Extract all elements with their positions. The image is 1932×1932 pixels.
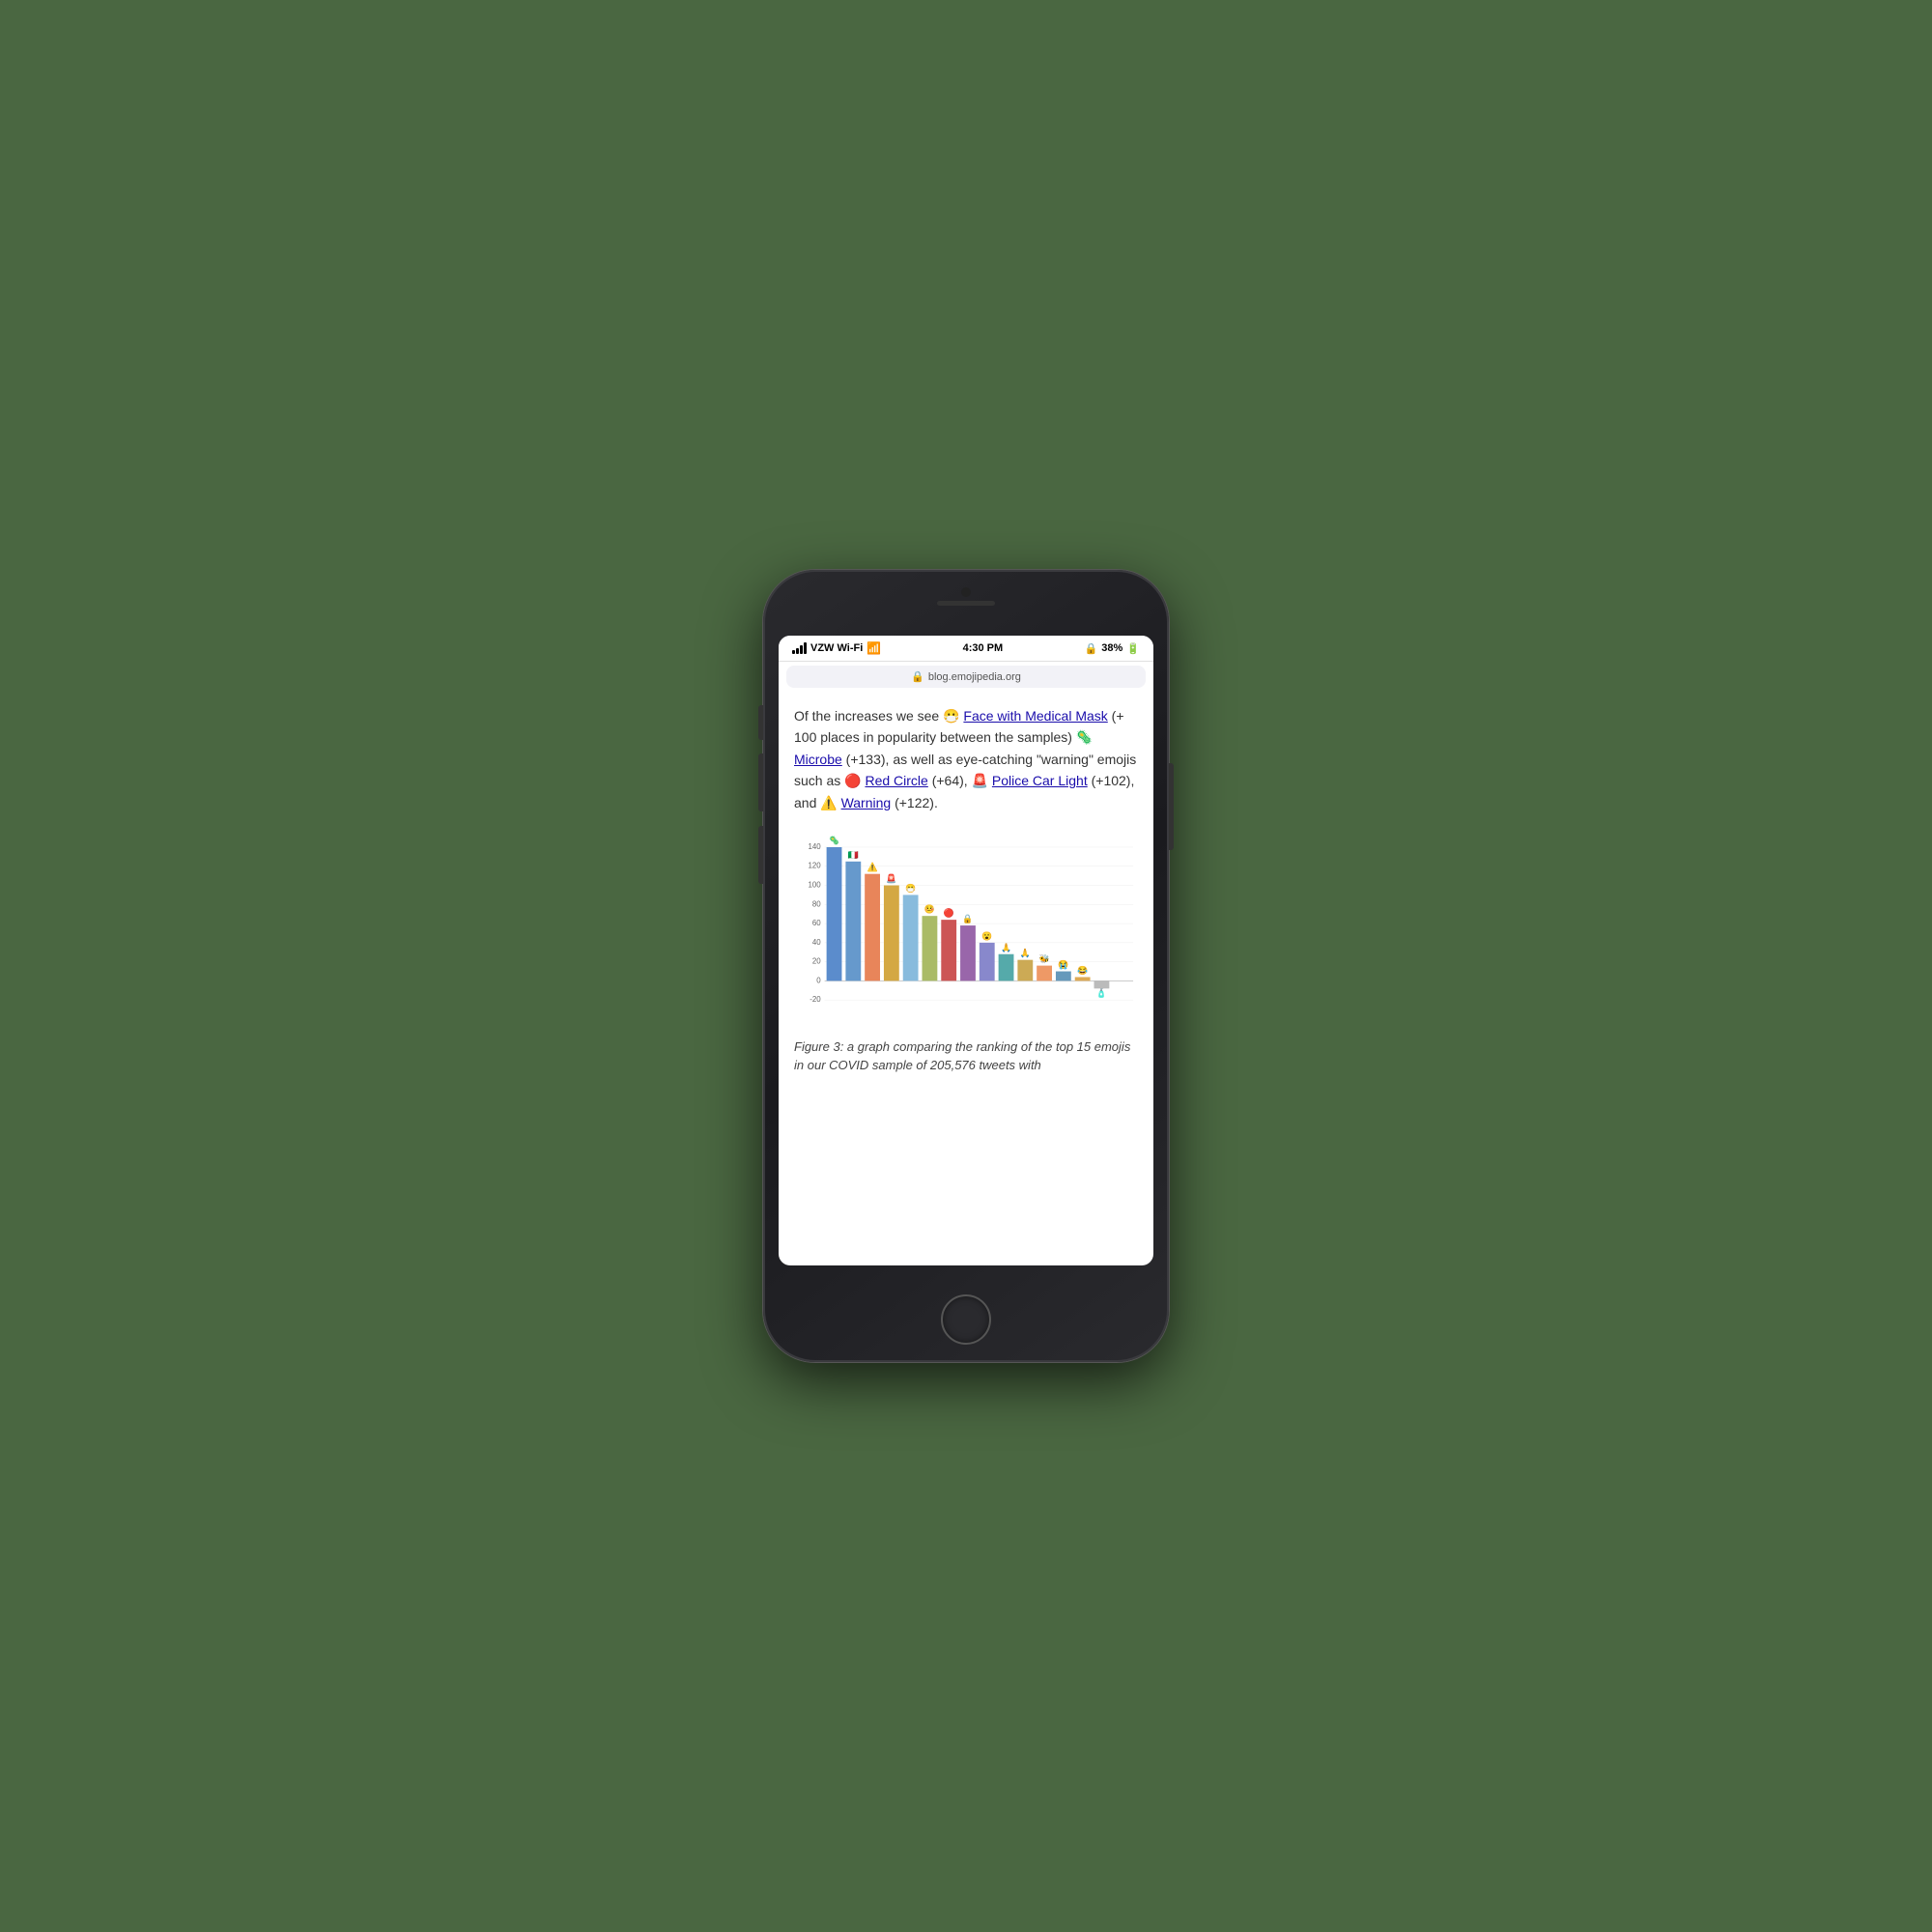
bar-8	[960, 925, 976, 980]
svg-text:60: 60	[812, 919, 821, 927]
speaker	[937, 601, 995, 606]
bar-14	[1075, 977, 1091, 980]
bar-6	[923, 916, 938, 980]
volume-down-button	[758, 826, 763, 884]
chart-svg: 140 120 100 80 60 40 20 0 -20	[794, 835, 1138, 1028]
svg-text:100: 100	[808, 880, 821, 889]
phone-frame: VZW Wi-Fi 📶 4:30 PM 🔒 38% 🔋 🔒 blog.emoji…	[763, 570, 1169, 1362]
svg-text:🦠: 🦠	[829, 835, 839, 845]
bar-9	[980, 943, 995, 981]
svg-text:😭: 😭	[1058, 960, 1068, 970]
svg-text:140: 140	[808, 842, 821, 851]
microbe-link[interactable]: Microbe	[794, 752, 842, 767]
url-bar[interactable]: 🔒 blog.emojipedia.org	[786, 666, 1146, 688]
chart-area: 140 120 100 80 60 40 20 0 -20	[794, 835, 1138, 1028]
svg-text:😷: 😷	[905, 883, 916, 893]
svg-text:20: 20	[812, 957, 821, 966]
volume-up-button	[758, 753, 763, 811]
svg-text:120: 120	[808, 862, 821, 870]
svg-text:0: 0	[816, 976, 821, 984]
bar-7	[941, 920, 956, 980]
svg-text:🇮🇹: 🇮🇹	[848, 850, 859, 860]
lock-icon: 🔒	[1085, 642, 1098, 655]
svg-text:🚨: 🚨	[886, 873, 896, 884]
battery-percent: 38%	[1101, 642, 1122, 654]
svg-text:🔒: 🔒	[962, 914, 973, 923]
status-bar: VZW Wi-Fi 📶 4:30 PM 🔒 38% 🔋	[779, 636, 1153, 662]
url-text: blog.emojipedia.org	[928, 671, 1021, 683]
svg-text:🙏: 🙏	[1001, 943, 1011, 952]
bar-2	[845, 862, 861, 981]
svg-text:🙏: 🙏	[1020, 949, 1031, 958]
svg-text:⚠️: ⚠️	[867, 862, 878, 872]
bar-1	[827, 847, 842, 980]
power-button	[1169, 763, 1174, 850]
bar-10	[999, 954, 1014, 981]
main-paragraph: Of the increases we see 😷 Face with Medi…	[794, 705, 1138, 813]
svg-text:80: 80	[812, 899, 821, 908]
svg-text:😮: 😮	[981, 931, 992, 941]
volume-mute-button	[758, 705, 763, 740]
bar-15	[1094, 980, 1110, 988]
bar-5	[903, 895, 919, 980]
bar-11	[1017, 960, 1033, 981]
page-content: Of the increases we see 😷 Face with Medi…	[779, 692, 1153, 1265]
status-right: 🔒 38% 🔋	[1085, 642, 1140, 655]
phone-top-detail	[937, 587, 995, 606]
warning-link[interactable]: Warning	[841, 795, 892, 810]
lock-url-icon: 🔒	[911, 670, 924, 683]
carrier-label: VZW Wi-Fi	[810, 642, 863, 654]
red-circle-link[interactable]: Red Circle	[865, 773, 927, 788]
svg-text:🔴: 🔴	[944, 907, 954, 918]
bar-12	[1037, 966, 1052, 981]
bar-chart: 140 120 100 80 60 40 20 0 -20	[794, 827, 1138, 1096]
home-button[interactable]	[941, 1294, 991, 1345]
signal-icon	[792, 642, 807, 654]
bar-3	[865, 874, 880, 981]
phone-screen: VZW Wi-Fi 📶 4:30 PM 🔒 38% 🔋 🔒 blog.emoji…	[779, 636, 1153, 1265]
battery-icon: 🔋	[1126, 642, 1140, 655]
bar-13	[1056, 971, 1071, 980]
wifi-icon: 📶	[867, 641, 881, 655]
camera	[961, 587, 971, 597]
svg-text:🧴: 🧴	[1096, 987, 1107, 998]
status-left: VZW Wi-Fi 📶	[792, 641, 881, 655]
svg-text:😂: 😂	[1077, 965, 1088, 975]
svg-text:🤒: 🤒	[924, 904, 935, 914]
svg-text:🐝: 🐝	[1039, 954, 1050, 964]
svg-text:40: 40	[812, 938, 821, 947]
bar-4	[884, 885, 899, 980]
police-car-light-link[interactable]: Police Car Light	[992, 773, 1088, 788]
face-with-medical-mask-link[interactable]: Face with Medical Mask	[963, 708, 1107, 724]
svg-text:-20: -20	[810, 995, 821, 1004]
status-time: 4:30 PM	[963, 642, 1004, 654]
figure-caption: Figure 3: a graph comparing the ranking …	[794, 1037, 1138, 1075]
